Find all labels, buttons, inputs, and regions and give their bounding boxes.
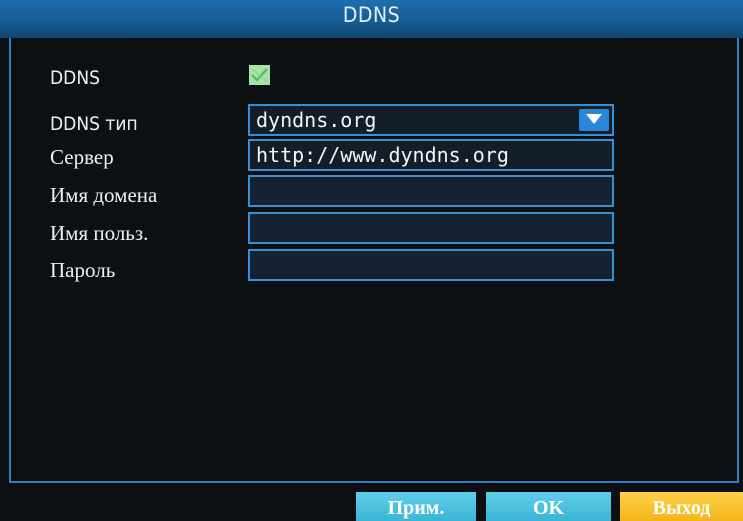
triangle-down-icon: [586, 114, 602, 124]
exit-button[interactable]: Выход: [620, 492, 743, 521]
domain-name-input[interactable]: [248, 175, 614, 207]
ddns-type-value: dyndns.org: [256, 108, 377, 132]
apply-button[interactable]: Прим.: [356, 492, 476, 521]
domain-name-label: Имя домена: [50, 183, 158, 207]
ddns-type-label: DDNS тип: [50, 111, 138, 136]
server-label: Сервер: [50, 145, 114, 169]
ddns-type-dropdown[interactable]: dyndns.org: [248, 104, 614, 136]
password-input[interactable]: [248, 249, 614, 281]
ddns-type-label-text: DDNS тип: [50, 113, 138, 135]
username-input[interactable]: [248, 212, 614, 244]
checkmark-icon: [249, 65, 270, 85]
ddns-settings-screen: DDNS DDNS DDNS тип dyndns.org Сервер htt…: [0, 0, 743, 521]
server-value: http://www.dyndns.org: [256, 143, 509, 167]
dropdown-toggle-button[interactable]: [579, 109, 609, 131]
password-label: Пароль: [50, 258, 116, 282]
server-input[interactable]: http://www.dyndns.org: [248, 139, 614, 171]
ok-button[interactable]: OK: [486, 492, 611, 521]
window-title: DDNS: [0, 0, 743, 38]
username-label: Имя польз.: [50, 221, 149, 245]
ddns-enable-checkbox[interactable]: [249, 65, 270, 85]
ddns-enable-label: DDNS: [50, 67, 100, 89]
